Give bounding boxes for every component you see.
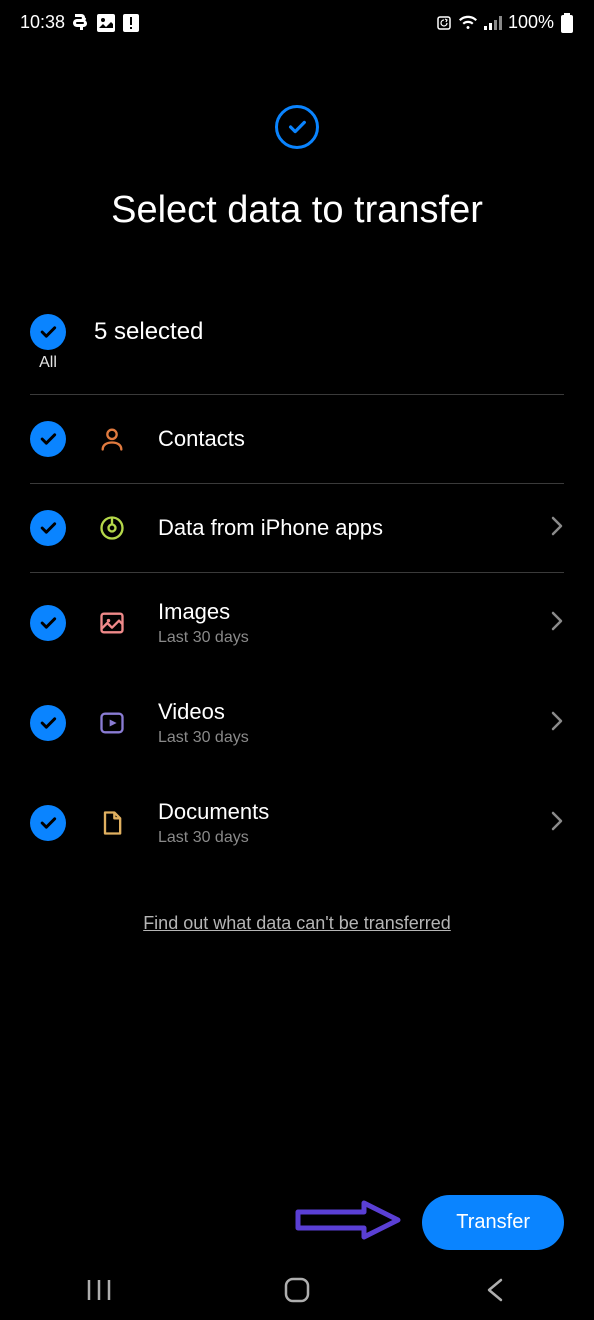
item-label: Videos	[158, 699, 522, 725]
chevron-right-icon	[550, 810, 564, 837]
footer-link[interactable]: Find out what data can't be transferred	[30, 873, 564, 974]
item-label: Data from iPhone apps	[158, 515, 522, 541]
check-icon	[30, 421, 66, 457]
documents-icon	[94, 809, 130, 837]
header: Select data to transfer	[0, 45, 594, 272]
item-text: Videos Last 30 days	[158, 699, 522, 747]
home-button[interactable]	[267, 1270, 327, 1310]
alert-icon	[123, 14, 139, 32]
videos-icon	[94, 709, 130, 737]
check-icon	[30, 314, 66, 350]
check-icon	[30, 605, 66, 641]
content: All 5 selected Contacts Data from iPhone …	[0, 272, 594, 974]
list-item[interactable]: Videos Last 30 days	[30, 673, 564, 773]
status-time: 10:38	[20, 12, 65, 33]
contacts-icon	[94, 425, 130, 453]
back-button[interactable]	[465, 1270, 525, 1310]
item-sublabel: Last 30 days	[158, 829, 522, 847]
wifi-icon	[458, 15, 478, 31]
check-icon	[30, 510, 66, 546]
page-title: Select data to transfer	[111, 189, 483, 232]
check-icon	[30, 705, 66, 741]
images-icon	[94, 609, 130, 637]
list-item[interactable]: Data from iPhone apps	[30, 484, 564, 573]
list-item[interactable]: Documents Last 30 days	[30, 773, 564, 873]
battery-text: 100%	[508, 12, 554, 33]
all-label: All	[39, 354, 57, 372]
signal-icon	[484, 16, 502, 30]
samsung-icon	[73, 14, 89, 32]
item-label: Documents	[158, 799, 522, 825]
status-left: 10:38	[20, 12, 139, 33]
list-item[interactable]: Images Last 30 days	[30, 573, 564, 673]
item-sublabel: Last 30 days	[158, 729, 522, 747]
chevron-right-icon	[550, 710, 564, 737]
select-all-row[interactable]: All 5 selected	[30, 302, 564, 395]
item-text: Images Last 30 days	[158, 599, 522, 647]
chevron-right-icon	[550, 515, 564, 542]
nav-bar	[0, 1260, 594, 1320]
recents-button[interactable]	[69, 1270, 129, 1310]
item-label: Contacts	[158, 426, 564, 452]
selected-count: 5 selected	[94, 314, 203, 346]
bottom-bar: Transfer	[0, 1195, 594, 1250]
apps-icon	[94, 514, 130, 542]
item-text: Documents Last 30 days	[158, 799, 522, 847]
arrow-annotation-icon	[294, 1199, 404, 1246]
check-circle-outline-icon	[275, 105, 319, 149]
check-icon	[30, 805, 66, 841]
status-bar: 10:38 100%	[0, 0, 594, 45]
chevron-right-icon	[550, 610, 564, 637]
item-label: Images	[158, 599, 522, 625]
sync-icon	[436, 15, 452, 31]
item-text: Contacts	[158, 426, 564, 452]
transfer-button[interactable]: Transfer	[422, 1195, 564, 1250]
item-text: Data from iPhone apps	[158, 515, 522, 541]
picture-icon	[97, 14, 115, 32]
item-sublabel: Last 30 days	[158, 629, 522, 647]
battery-icon	[560, 13, 574, 33]
footer-link-text: Find out what data can't be transferred	[143, 913, 451, 933]
status-right: 100%	[436, 12, 574, 33]
list-item[interactable]: Contacts	[30, 395, 564, 484]
